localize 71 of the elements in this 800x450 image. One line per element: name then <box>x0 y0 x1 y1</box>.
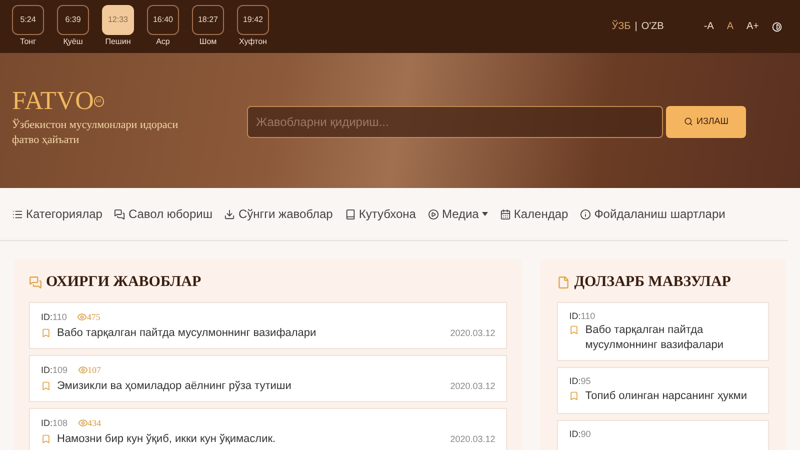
view-count: 434 <box>88 416 102 430</box>
bookmark-icon <box>41 328 51 338</box>
answer-id: ID:108 <box>41 416 68 430</box>
nav-link[interactable]: Фойдаланиш шартлари <box>580 205 726 223</box>
prayer-name: Шом <box>199 36 217 48</box>
bookmark-icon <box>569 325 580 335</box>
search-icon <box>684 117 693 126</box>
eye-icon <box>78 418 88 428</box>
play-icon <box>428 208 439 220</box>
prayer-name: Хуфтон <box>239 36 267 48</box>
bookmark-icon <box>41 434 51 444</box>
info-icon <box>580 208 592 220</box>
font-size-button[interactable]: A <box>726 19 734 34</box>
prayer-name: Аср <box>156 36 170 48</box>
search-button[interactable]: ИЗЛАШ <box>666 106 746 138</box>
answer-card[interactable]: ID:108 434 Намозни бир кун ўқиб, икки кун ўқимаслик. 2020.03.12 <box>29 408 508 450</box>
language-link[interactable]: ЎЗБ <box>612 19 631 34</box>
prayer-name: Пешин <box>105 36 131 48</box>
topic-id: ID:90 <box>569 428 592 441</box>
answer-title[interactable]: Эмизикли ва ҳомиладор аёлнинг рўза тутиши <box>57 378 292 394</box>
download-icon <box>224 208 236 220</box>
topic-card[interactable]: ID:90 <box>557 420 769 450</box>
nav-link[interactable]: Медиа <box>428 205 488 223</box>
list-icon <box>12 208 23 220</box>
separator: | <box>634 20 638 34</box>
bookmark-icon <box>41 381 51 392</box>
topic-id: ID:110 <box>569 310 596 322</box>
chat-icon <box>114 208 126 220</box>
language-link[interactable]: O'ZB <box>641 19 664 34</box>
prayer-name: Тонг <box>20 36 36 48</box>
answer-id: ID:110 <box>41 310 67 324</box>
nav-link[interactable]: Кутубхона <box>344 205 416 223</box>
answer-card[interactable]: ID:109 107 Эмизикли ва ҳомиладор аёлнинг рўза тутиши 2020.03.12 <box>29 354 508 402</box>
answer-date: 2020.03.12 <box>450 380 496 392</box>
font-size-button[interactable]: -A <box>704 19 714 34</box>
view-count: 475 <box>86 310 100 324</box>
prayer-time[interactable]: 19:42 <box>237 5 269 35</box>
nav-link[interactable]: Категориялар <box>12 205 102 223</box>
prayer-time[interactable]: 18:27 <box>192 5 224 35</box>
prayer-time[interactable]: 16:40 <box>147 5 179 35</box>
book-icon <box>344 208 356 220</box>
prayer-time[interactable]: 6:39 <box>57 5 89 35</box>
topic-id: ID:95 <box>569 375 592 388</box>
nav-link[interactable]: Сўнгги жавоблар <box>224 205 333 223</box>
bookmark-icon <box>569 390 580 400</box>
eye-icon <box>76 312 87 322</box>
answer-date: 2020.03.12 <box>450 432 496 446</box>
answer-id: ID:109 <box>41 364 68 376</box>
tagline: Ўзбекистон мусулмонлари идораси фатво ҳайъати <box>12 118 180 148</box>
topic-card[interactable]: ID:110 Вабо тарқалган пайтда мусулмоннинг вазифалари <box>557 302 769 361</box>
nav-link[interactable]: Календар <box>500 205 568 223</box>
calendar-icon <box>500 208 511 220</box>
view-count: 107 <box>88 364 102 376</box>
font-size-button[interactable]: A+ <box>746 19 759 34</box>
answer-date: 2020.03.12 <box>450 326 496 340</box>
contrast-icon[interactable] <box>772 22 782 32</box>
answer-title[interactable]: Вабо тарқалган пайтда мусулмоннинг вазифалари <box>57 325 316 342</box>
topic-title[interactable]: Топиб олинган нарсанинг ҳукми <box>585 388 748 404</box>
topic-title[interactable]: Вабо тарқалган пайтда мусулмоннинг вазифалари <box>585 323 757 353</box>
search-field[interactable]: Жавобларни қидириш... <box>247 106 663 138</box>
answer-title[interactable]: Намозни бир кун ўқиб, икки кун ўқимаслик. <box>57 431 276 448</box>
document-icon <box>557 276 570 289</box>
nav-link[interactable]: Савол юбориш <box>114 205 212 223</box>
topic-card[interactable]: ID:95 Топиб олинган нарсанинг ҳукми <box>557 367 769 414</box>
answer-card[interactable]: ID:110 475 Вабо тарқалган пайтда мусулмоннинг вазифалари 2020.03.12 <box>29 302 508 348</box>
prayer-time[interactable]: 5:24 <box>12 5 44 35</box>
section-title: ОХИРГИ ЖАВОБЛАР <box>46 273 202 292</box>
chat-icon <box>29 276 42 289</box>
section-title: ДОЛЗАРБ МАВЗУЛАР <box>574 273 731 292</box>
eye-icon <box>78 365 88 376</box>
prayer-name: Қуёш <box>63 36 83 48</box>
